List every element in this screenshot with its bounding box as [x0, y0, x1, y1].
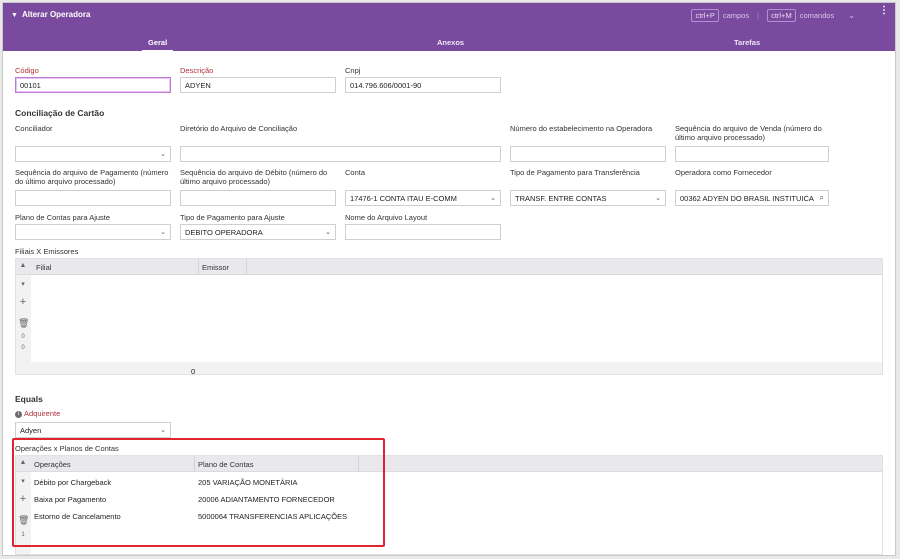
operacao-cell: Débito por Chargeback: [34, 478, 112, 487]
operadora-window: ▼ Alterar Operadora ctrl+P campos | ctrl+…: [2, 2, 896, 556]
tipo-pag-ajuste-select[interactable]: DEBITO OPERADORA ⌄: [180, 224, 336, 240]
shortcut-label-fields[interactable]: campos: [723, 11, 749, 20]
shortcuts-bar: ctrl+P campos | ctrl+M comandos ⌄: [691, 9, 855, 22]
count-indicator: 0: [21, 345, 25, 351]
adquirente-value: Adyen: [20, 426, 42, 435]
descricao-label: Descrição: [180, 66, 214, 75]
diretorio-field[interactable]: [180, 146, 501, 162]
codigo-field[interactable]: 00101: [15, 77, 171, 93]
conta-label: Conta: [345, 168, 366, 177]
col-operacoes[interactable]: Operações: [34, 460, 71, 469]
col-plano-contas[interactable]: Plano de Contas: [198, 460, 253, 469]
operadora-fornecedor-value: 00362 ADYEN DO BRASIL INSTITUICA: [680, 194, 814, 203]
num-estab-field[interactable]: [510, 146, 666, 162]
operadora-fornecedor-label: Operadora como Fornecedor: [675, 168, 772, 177]
col-emissor[interactable]: Emissor: [202, 263, 229, 272]
chevron-down-icon: ⌄: [160, 229, 166, 236]
chevron-down-icon[interactable]: ▾: [18, 280, 28, 288]
grid-footer-count: 0: [191, 367, 196, 376]
adquirente-label: i Adquirente: [15, 409, 60, 418]
conciliador-label: Conciliador: [15, 124, 53, 133]
tipo-pag-transf-label: Tipo de Pagamento para Transferência: [510, 168, 640, 177]
plano-contas-ajuste-select[interactable]: ⌄: [15, 224, 171, 240]
seq-pagamento-field[interactable]: [15, 190, 171, 206]
equals-section-title: Equals: [15, 394, 43, 404]
tab-tarefas[interactable]: Tarefas: [734, 38, 760, 47]
operacao-cell: Baixa por Pagamento: [34, 495, 107, 504]
search-icon[interactable]: ⌕: [820, 193, 824, 203]
window-title[interactable]: ▼ Alterar Operadora: [11, 10, 90, 19]
chevron-down-icon: ⌄: [160, 151, 166, 158]
add-row-icon[interactable]: +: [18, 296, 28, 308]
title-bar: ▼ Alterar Operadora ctrl+P campos | ctrl+…: [3, 3, 895, 52]
seq-debito-label: Sequência do arquivo de Débito (número d…: [180, 168, 328, 186]
tab-bar: Geral Anexos Tarefas: [3, 34, 895, 52]
sort-up-icon[interactable]: ▲: [18, 262, 28, 269]
conta-value: 17476-1 CONTA ITAU E-COMM: [350, 194, 457, 203]
diretorio-label: Diretório do Arquivo de Conciliação: [180, 124, 298, 133]
tab-geral[interactable]: Geral: [141, 38, 174, 52]
operacoes-grid: ▲ Operações Plano de Contas ▾ + 🗑 1 Débi…: [15, 455, 883, 555]
num-estab-label: Número do estabelecimento na Operadora: [510, 124, 653, 133]
operadora-fornecedor-select[interactable]: 00362 ADYEN DO BRASIL INSTITUICA ⌄ ⌕: [675, 190, 829, 206]
plano-cell: 205 VARIAÇÃO MONETÁRIA: [198, 478, 298, 487]
filiais-grid-title: Filiais X Emissores: [15, 247, 79, 256]
nome-layout-label: Nome do Arquivo Layout: [345, 213, 428, 222]
descricao-field[interactable]: ADYEN: [180, 77, 336, 93]
column-divider: [358, 456, 359, 472]
tipo-pag-transf-select[interactable]: TRANSF. ENTRE CONTAS ⌄: [510, 190, 666, 206]
col-filial[interactable]: Filial: [36, 263, 51, 272]
shortcut-label-commands[interactable]: comandos: [800, 11, 835, 20]
seq-pagamento-label: Sequência do arquivo de Pagamento (númer…: [15, 168, 169, 186]
filiais-grid-header: ▲ Filial Emissor: [16, 259, 882, 275]
trash-icon[interactable]: 🗑: [18, 318, 29, 329]
operacao-cell: Estorno de Cancelamento: [34, 512, 121, 521]
operacoes-grid-body: [31, 472, 882, 554]
more-vertical-icon[interactable]: ⋮: [879, 6, 889, 16]
operacoes-grid-header: ▲ Operações Plano de Contas: [16, 456, 882, 472]
seq-debito-field[interactable]: [180, 190, 336, 206]
column-divider: [198, 259, 199, 275]
cnpj-field[interactable]: 014.796.606/0001-90: [345, 77, 501, 93]
collapse-caret-icon[interactable]: ▼: [11, 12, 18, 19]
chevron-down-icon: ⌄: [160, 427, 166, 434]
conciliacao-section-title: Conciliação de Cartão: [15, 108, 105, 118]
count-indicator: 1: [21, 532, 25, 538]
chevron-down-icon[interactable]: ▾: [18, 477, 28, 485]
plano-contas-ajuste-label: Plano de Contas para Ajuste: [15, 213, 111, 222]
seq-venda-field[interactable]: [675, 146, 829, 162]
chevron-down-icon: ⌄: [325, 229, 331, 236]
tab-anexos[interactable]: Anexos: [437, 38, 464, 47]
operacoes-grid-title: Operações x Planos de Contas: [15, 444, 119, 453]
column-divider: [246, 259, 247, 275]
nome-layout-field[interactable]: [345, 224, 501, 240]
conta-select[interactable]: 17476-1 CONTA ITAU E-COMM ⌄: [345, 190, 501, 206]
adquirente-select[interactable]: Adyen ⌄: [15, 422, 171, 438]
add-row-icon[interactable]: +: [18, 493, 28, 505]
plano-cell: 20006 ADIANTAMENTO FORNECEDOR: [198, 495, 335, 504]
column-divider: [194, 456, 195, 472]
cnpj-label: Cnpj: [345, 66, 361, 75]
count-indicator: 0: [21, 334, 25, 340]
filiais-grid: ▲ Filial Emissor ▾ + 🗑 0 0 0: [15, 258, 883, 376]
chevron-down-icon[interactable]: ⌄: [848, 11, 855, 20]
seq-venda-label: Sequência do arquivo de Venda (número do…: [675, 124, 822, 142]
plano-cell: 5000064 TRANSFERENCIAS APLICAÇÕES: [198, 512, 348, 521]
tipo-pag-ajuste-value: DEBITO OPERADORA: [185, 228, 263, 237]
chevron-down-icon: ⌄: [808, 195, 814, 202]
shortcut-key-fields: ctrl+P: [691, 9, 719, 22]
tipo-pag-ajuste-label: Tipo de Pagamento para Ajuste: [180, 213, 285, 222]
chevron-down-icon: ⌄: [655, 195, 661, 202]
shortcut-key-commands: ctrl+M: [767, 9, 796, 22]
trash-icon[interactable]: 🗑: [18, 515, 29, 526]
chevron-down-icon: ⌄: [490, 195, 496, 202]
filiais-grid-body: [31, 275, 882, 362]
shortcut-separator: |: [757, 11, 760, 20]
codigo-label: Código: [15, 66, 39, 75]
sort-up-icon[interactable]: ▲: [18, 459, 28, 466]
info-icon: i: [15, 410, 22, 418]
tipo-pag-transf-value: TRANSF. ENTRE CONTAS: [515, 194, 607, 203]
conciliador-select[interactable]: ⌄: [15, 146, 171, 162]
